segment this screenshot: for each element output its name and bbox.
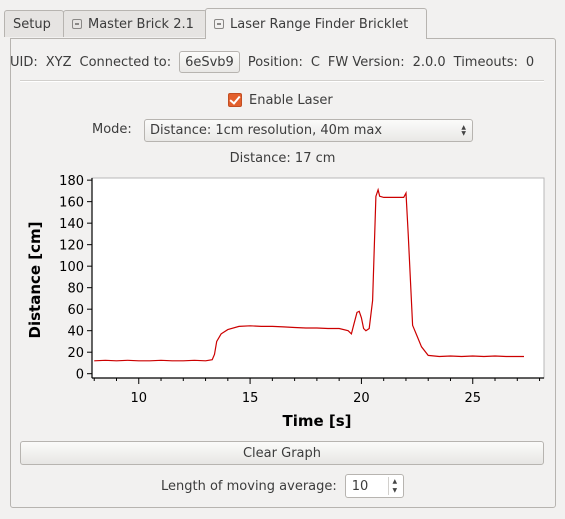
moving-average-spinbox[interactable]: 10 ▲ ▼ xyxy=(344,474,404,498)
distance-plot: 0 20 40 60 80 100 120 140 160 180 10 15 20 25 Time [… xyxy=(26,174,545,430)
x-tick-label: 15 xyxy=(242,391,259,406)
x-tick-label: 10 xyxy=(130,391,147,406)
y-tick-label: 100 xyxy=(59,260,84,275)
clear-graph-button[interactable]: Clear Graph xyxy=(20,441,544,465)
y-tick-label: 40 xyxy=(67,325,84,340)
moving-average-value: 10 xyxy=(351,478,369,494)
y-tick-label: 120 xyxy=(59,239,84,254)
y-tick-label: 60 xyxy=(67,303,84,318)
y-tick-label: 160 xyxy=(59,196,84,211)
brick-icon xyxy=(214,19,224,29)
tab-laser-range-finder-label: Laser Range Finder Bricklet xyxy=(230,16,409,32)
moving-average-row: Length of moving average: 10 ▲ ▼ xyxy=(161,474,404,498)
y-tick-label: 20 xyxy=(67,346,84,361)
plot-area xyxy=(91,177,545,379)
y-tick-label: 180 xyxy=(59,174,84,189)
y-axis-label: Distance [cm] xyxy=(26,221,44,338)
spin-arrows-icon[interactable]: ▲ ▼ xyxy=(387,477,401,495)
x-axis-label: Time [s] xyxy=(282,412,351,430)
x-tick-label: 20 xyxy=(353,391,370,406)
tab-laser-range-finder[interactable]: Laser Range Finder Bricklet xyxy=(205,8,427,39)
y-tick-label: 0 xyxy=(76,368,84,383)
x-tick-label: 25 xyxy=(464,391,481,406)
moving-average-label: Length of moving average: xyxy=(161,478,337,494)
y-tick-label: 80 xyxy=(67,282,84,297)
y-tick-label: 140 xyxy=(59,217,84,232)
